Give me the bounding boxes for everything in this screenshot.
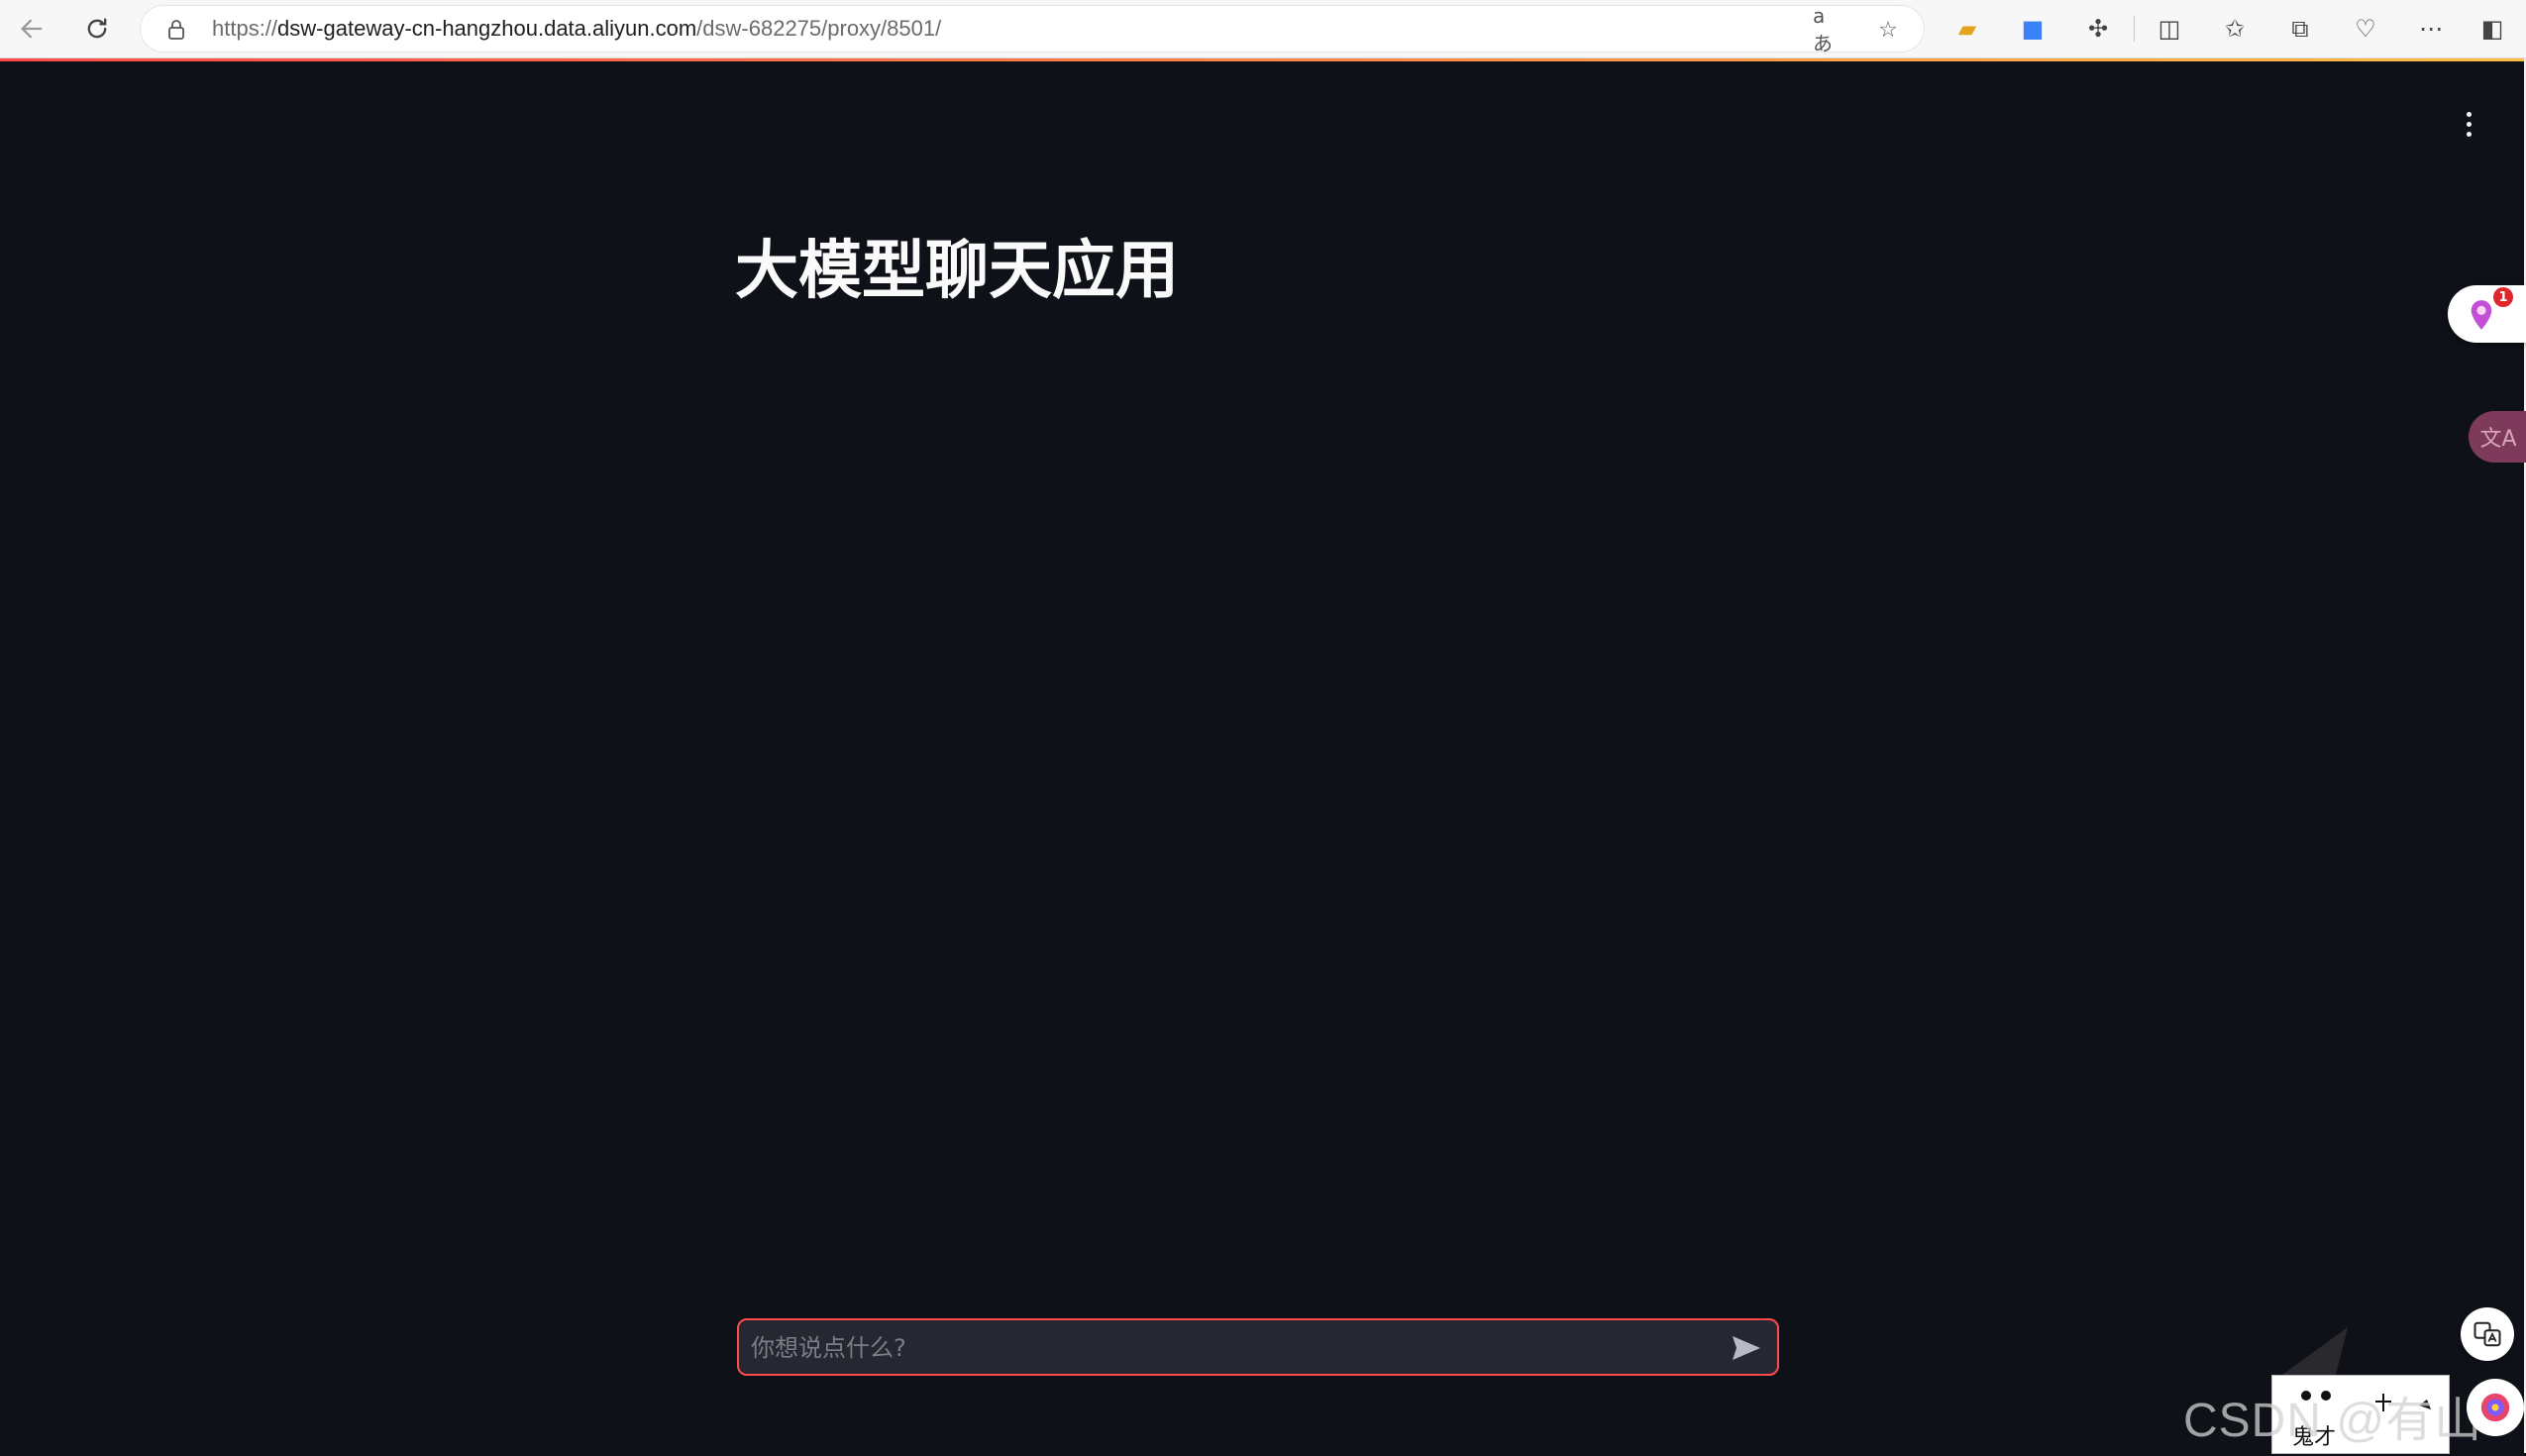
split-screen-icon[interactable]: ◫ <box>2154 13 2185 45</box>
address-bar[interactable]: https://dsw-gateway-cn-hangzhou.data.ali… <box>141 4 1924 55</box>
collections-icon[interactable]: ⧉ <box>2284 13 2316 45</box>
witch-hat-icon <box>2278 1325 2358 1381</box>
translate-icon <box>2473 1321 2501 1347</box>
lock-icon <box>168 20 184 40</box>
url-path: /dsw-682275/proxy/8501/ <box>696 16 942 41</box>
location-pin-icon <box>2471 300 2492 330</box>
page-title: 大模型聊天应用 <box>735 235 1179 308</box>
assistant-float-button[interactable]: 1 <box>2448 285 2526 343</box>
toolbar-divider <box>2134 16 2135 42</box>
colorful-app-icon <box>2480 1393 2510 1422</box>
csdn-watermark: CSDN @有山 <box>2183 1395 2483 1447</box>
arrow-left-icon <box>21 19 43 39</box>
back-button[interactable] <box>10 8 53 50</box>
more-options-icon[interactable]: ⋯ <box>2415 13 2447 45</box>
kebab-dot-icon <box>2466 131 2472 137</box>
video-extension-icon[interactable]: ■ <box>2017 13 2049 45</box>
app-shortcut-button[interactable] <box>2467 1379 2524 1436</box>
translate-float-button[interactable]: 文A <box>2469 411 2526 463</box>
favorites-icon[interactable]: ✩ <box>2219 13 2251 45</box>
read-aloud-icon[interactable]: aあ <box>1813 4 1841 55</box>
main-menu-button[interactable] <box>2451 99 2486 149</box>
sidebar-toggle-icon[interactable]: ◧ <box>2476 13 2508 45</box>
refresh-button[interactable] <box>75 8 119 50</box>
app-container: 大模型聊天应用 <box>0 58 2524 1456</box>
browser-toolbar: https://dsw-gateway-cn-hangzhou.data.ali… <box>0 0 2526 58</box>
kebab-dot-icon <box>2466 121 2472 127</box>
chat-input[interactable] <box>749 1320 1694 1376</box>
kebab-dot-icon <box>2466 111 2472 117</box>
extensions-puzzle-icon[interactable]: ✣ <box>2082 13 2114 45</box>
refresh-icon <box>87 18 107 39</box>
notification-badge: 1 <box>2493 287 2513 307</box>
send-icon <box>1733 1336 1760 1360</box>
send-button[interactable] <box>1730 1332 1763 1364</box>
favorite-star-icon[interactable]: ☆ <box>1874 16 1902 44</box>
performance-heart-icon[interactable]: ♡ <box>2350 13 2381 45</box>
url-text[interactable]: https://dsw-gateway-cn-hangzhou.data.ali… <box>212 15 941 43</box>
folder-extension-icon[interactable]: ▰ <box>1951 13 1983 45</box>
chat-input-container[interactable] <box>737 1318 1779 1376</box>
url-scheme: https:// <box>212 16 278 41</box>
translate-tool-button[interactable] <box>2461 1307 2514 1361</box>
url-host: dsw-gateway-cn-hangzhou.data.aliyun.com <box>277 16 697 41</box>
